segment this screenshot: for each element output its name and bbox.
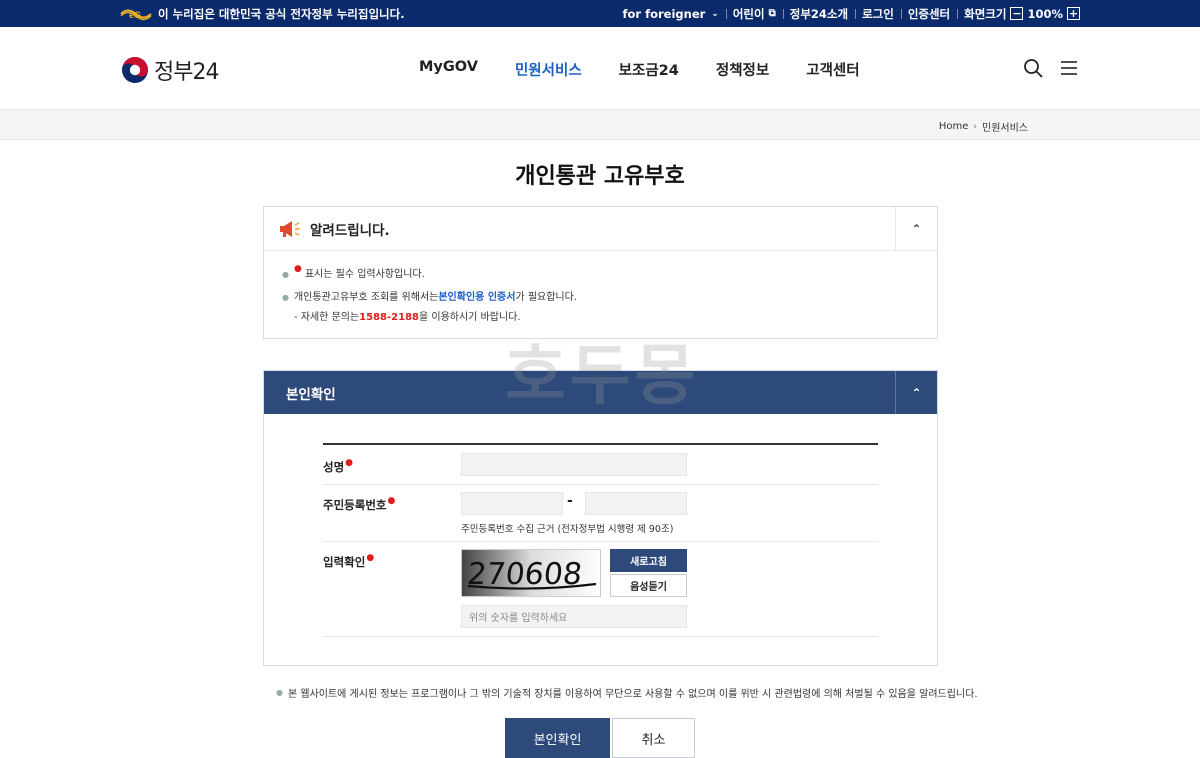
breadcrumb-home[interactable]: Home: [939, 121, 969, 132]
header-tools: [1008, 57, 1080, 79]
nav-item-mygov[interactable]: MyGOV: [419, 59, 478, 80]
disclaimer: ● 본 웹사이트에 게시된 정보는 프로그램이나 그 밖의 기술적 장치를 이용…: [276, 685, 978, 700]
site-header: 정부24 MyGOV 민원서비스 보조금24 정책정보 고객센터: [0, 27, 1200, 110]
notice-cert-link[interactable]: 본인확인용 인증서: [438, 292, 515, 303]
notice-contact-phone: 1588-2188: [359, 312, 419, 323]
zoom-value: 100%: [1027, 6, 1063, 21]
cancel-button[interactable]: 취소: [612, 718, 695, 758]
notice-title: 알려드립니다.: [310, 222, 390, 239]
svg-text:eG: eG: [129, 10, 141, 20]
breadcrumb-current[interactable]: 민원서비스: [982, 119, 1028, 134]
official-site-notice: eG 이 누리집은 대한민국 공식 전자정부 누리집입니다.: [120, 6, 405, 22]
form-row-name: 성명●: [323, 445, 878, 485]
chevron-up-icon: ⌃: [911, 222, 922, 236]
verify-form: 성명● 주민등록번호● - 주민등록번호 수집 근거 (전자정부법 시행령 제 …: [323, 443, 878, 637]
bullet-icon: ●: [276, 688, 283, 697]
notice-required-text: 표시는 필수 입력사항입니다.: [304, 268, 425, 280]
main-nav: MyGOV 민원서비스 보조금24 정책정보 고객센터: [419, 59, 860, 80]
page-title: 개인통관 고유부호: [515, 164, 685, 189]
form-row-captcha: 입력확인● 270608 새로고침 음성듣기 위의 숫자를 입력하세요: [323, 542, 878, 637]
external-link-icon: ⧉: [768, 8, 776, 19]
chevron-up-icon: ⌃: [911, 385, 922, 400]
zoom-control: 화면크기 − 100% +: [957, 6, 1080, 22]
bullet-icon: ●: [282, 292, 289, 302]
required-marker-icon: ●: [387, 496, 396, 506]
cert-center-link[interactable]: 인증센터: [900, 6, 957, 22]
notice-collapse-button[interactable]: ⌃: [895, 207, 937, 251]
required-marker-icon: ●: [366, 553, 375, 563]
captcha-input[interactable]: 위의 숫자를 입력하세요: [461, 605, 687, 628]
nav-item-subsidy[interactable]: 보조금24: [619, 59, 679, 80]
notice-line-contact: - 자세한 문의는 ​ 1588-2188 을 이용하시기 바랍니다.: [282, 309, 937, 327]
cert-center-label: 인증센터: [907, 6, 951, 21]
captcha-image: 270608: [461, 549, 601, 597]
logo-text: 정부24: [154, 60, 219, 85]
official-site-text: 이 누리집은 대한민국 공식 전자정부 누리집입니다.: [158, 6, 405, 21]
egov-logo-icon: eG: [120, 7, 152, 21]
notice-line-cert: ● 개인통관고유부호 조회를 위해서는 ​ 본인확인용 인증서 가 필요합니다.: [282, 286, 937, 309]
chevron-right-icon: ›: [973, 121, 977, 132]
nav-item-policy[interactable]: 정책정보: [716, 59, 769, 80]
for-foreigner-label: for foreigner: [622, 6, 706, 21]
identity-verify-panel: 본인확인 ⌃ 성명● 주민등록번호● - 주민등록번호 수집 근거 (전자정부법…: [263, 370, 938, 666]
breadcrumb: Home › 민원서비스: [939, 119, 1028, 134]
megaphone-icon: [280, 220, 300, 237]
rrn-label: 주민등록번호●: [323, 496, 396, 513]
notice-contact-prefix: - 자세한 문의는: [294, 312, 360, 323]
top-banner: eG 이 누리집은 대한민국 공식 전자정부 누리집입니다. for forei…: [0, 0, 1200, 27]
notice-line-required: ● ● 표시는 필수 입력사항입니다.: [282, 263, 937, 286]
zoom-out-button[interactable]: −: [1010, 7, 1024, 20]
verify-collapse-button[interactable]: ⌃: [895, 371, 937, 414]
verify-title: 본인확인: [286, 386, 336, 403]
rrn-hint: 주민등록번호 수집 근거 (전자정부법 시행령 제 90조): [461, 524, 674, 535]
nav-item-customer-center[interactable]: 고객센터: [806, 59, 859, 80]
zoom-in-button[interactable]: +: [1067, 7, 1080, 20]
for-foreigner-dropdown[interactable]: for foreigner ⌄: [616, 7, 726, 21]
search-icon[interactable]: [1022, 57, 1044, 79]
notice-panel: 알려드립니다. ⌃ ● ● 표시는 필수 입력사항입니다. ● 개인통관고유부호…: [263, 206, 938, 339]
captcha-refresh-button[interactable]: 새로고침: [610, 549, 687, 572]
site-logo[interactable]: 정부24: [121, 54, 219, 86]
nav-item-civil-service[interactable]: 민원서비스: [515, 59, 582, 80]
verify-header: 본인확인 ⌃: [264, 371, 937, 414]
menu-icon[interactable]: [1058, 57, 1080, 79]
notice-contact-suffix: 을 이용하시기 바랍니다.: [419, 312, 521, 323]
bullet-icon: ●: [282, 269, 289, 279]
chevron-down-icon: ⌄: [711, 8, 719, 19]
utility-menu: for foreigner ⌄ 어린이 ⧉ 정부24소개 로그인 인증센터 화면…: [616, 6, 1080, 22]
required-marker-icon: ●: [345, 458, 354, 468]
captcha-label: 입력확인●: [323, 553, 375, 570]
captcha-label-text: 입력확인: [323, 555, 366, 569]
rrn-label-text: 주민등록번호: [323, 498, 387, 512]
form-row-rrn: 주민등록번호● - 주민등록번호 수집 근거 (전자정부법 시행령 제 90조): [323, 485, 878, 542]
kids-label: 어린이: [732, 6, 765, 21]
notice-body: ● ● 표시는 필수 입력사항입니다. ● 개인통관고유부호 조회를 위해서는 …: [264, 251, 937, 327]
top-banner-inner: eG 이 누리집은 대한민국 공식 전자정부 누리집입니다. for forei…: [120, 0, 1080, 27]
name-label: 성명●: [323, 458, 354, 475]
captcha-graphic: 270608: [462, 550, 600, 596]
disclaimer-text: 본 웹사이트에 게시된 정보는 프로그램이나 그 밖의 기술적 장치를 이용하여…: [287, 689, 978, 700]
name-input[interactable]: [461, 453, 687, 476]
notice-header: 알려드립니다. ⌃: [264, 207, 937, 251]
rrn-dash: -: [567, 493, 573, 509]
about-label: 정부24소개: [789, 6, 849, 21]
zoom-label: 화면크기: [964, 6, 1007, 21]
rrn-back-input[interactable]: [585, 492, 687, 515]
name-label-text: 성명: [323, 460, 345, 474]
about-link[interactable]: 정부24소개: [782, 6, 855, 22]
kids-link[interactable]: 어린이 ⧉: [725, 6, 783, 22]
captcha-voice-button[interactable]: 음성듣기: [610, 574, 687, 597]
notice-cert-suffix: 가 필요합니다.: [515, 291, 577, 303]
required-marker-icon: ●: [293, 264, 302, 274]
confirm-identity-button[interactable]: 본인확인: [505, 718, 610, 758]
notice-cert-prefix: 개인통관고유부호 조회를 위해서는: [293, 291, 439, 303]
taegeuk-logo-icon: [122, 57, 148, 83]
rrn-front-input[interactable]: [461, 492, 563, 515]
login-label: 로그인: [862, 6, 894, 21]
login-link[interactable]: 로그인: [855, 6, 901, 22]
breadcrumb-bar: Home › 민원서비스: [0, 110, 1200, 140]
